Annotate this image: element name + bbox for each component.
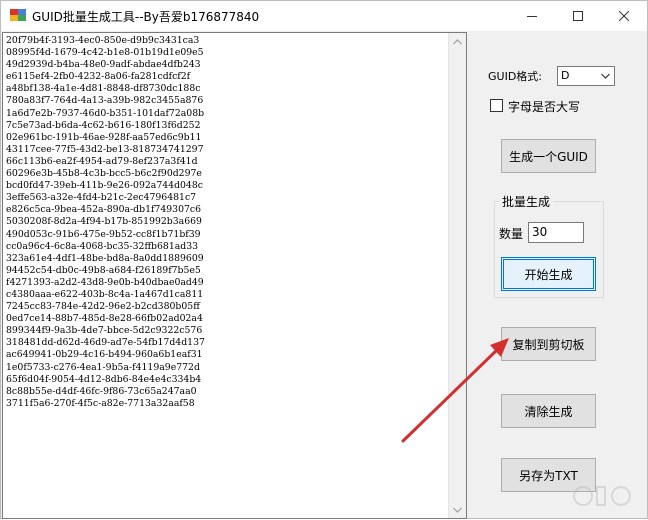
clear-label: 清除生成 [524,404,573,419]
guid-line: cc0a96c4-6c8a-4068-bc35-32ffb681ad33 [6,240,199,252]
scroll-down-arrow[interactable] [449,501,466,518]
quantity-input[interactable]: 30 [528,222,584,243]
guid-line: e826c5ca-9bea-452a-890a-db1f749307c6 [6,204,202,216]
uppercase-label: 字母是否大写 [508,100,581,114]
generate-one-label: 生成一个GUID [509,149,588,164]
guid-line: 43117cee-77f5-43d2-be13-818734741297 [6,143,204,155]
chevron-up-icon [453,38,462,44]
guid-line: 0ed7ce14-88b7-485d-8e28-66fb02ad02a4 [6,313,203,325]
guid-line: 5030208f-8d2a-4f94-b17b-851992b3a669 [6,216,202,228]
guid-line: 7245cc83-784e-42d2-96e2-b2cd380b05ff [6,301,200,313]
app-icon [10,9,26,23]
watermark-icon [573,486,631,506]
generate-one-button[interactable]: 生成一个GUID [501,139,596,173]
guid-line: 65f6d04f-9054-4d12-8db6-84e4e4c334b4 [6,373,202,385]
guid-line: 318481dd-d62d-46d9-ad7e-54fb17d4d137 [6,337,205,349]
save-txt-label: 另存为TXT [519,468,578,483]
guid-line: 323a61e4-4df1-48be-bd8a-8a0dd1889609 [6,252,204,264]
guid-line: c4380aaa-e622-403b-8c4a-1a467d1ca811 [6,288,204,300]
close-icon [619,11,629,21]
format-label: GUID格式: [488,70,542,83]
guid-line: 94452c54-db0c-49b8-a684-f26189f7b5e5 [6,264,201,276]
copy-clipboard-label: 复制到剪切板 [512,337,585,352]
guid-output-textbox[interactable]: 20f79b4f-3193-4ec0-850e-d9b9c3431ca3 0899… [2,32,467,519]
guid-line: 60296e3b-45b8-4c3b-bcc5-b6c2f90d297e [6,168,202,180]
app-window: GUID批量生成工具--By吾爱b176877840 20f79b4f-3193… [0,0,648,519]
guid-line: 8c88b55e-d4df-46fc-9f86-73c65a247aa0 [6,385,197,397]
vertical-scrollbar[interactable] [448,33,466,518]
batch-group-title: 批量生成 [499,193,554,210]
guid-line: 780a83f7-764d-4a13-a39b-982c3455a876 [6,95,204,107]
watermark-logo [573,482,633,510]
guid-line: ac649941-0b29-4c16-b494-960a6b1eaf31 [6,349,203,361]
quantity-value: 30 [532,225,548,239]
copy-clipboard-button[interactable]: 复制到剪切板 [501,327,596,361]
guid-line: bcd0fd47-39eb-411b-9e26-092a744d048c [6,180,203,192]
format-select[interactable]: D [557,66,615,86]
clear-button[interactable]: 清除生成 [501,394,596,428]
chevron-down-icon [453,507,462,513]
guid-output-text: 20f79b4f-3193-4ec0-850e-d9b9c3431ca3 0899… [6,35,205,410]
dropdown-arrow[interactable] [597,67,614,85]
guid-line: 66c113b6-ea2f-4954-ad79-8ef237a3f41d [6,155,198,167]
guid-line: 08995f4d-1679-4c42-b1e8-01b19d1e09e5 [6,47,204,59]
guid-line: 1e0f5733-c276-4ea1-9b5a-f4119a9e772d [6,361,200,373]
guid-line: 1a6d7e2b-7937-46d0-b351-101daf72a08b [6,107,205,119]
chevron-down-icon [601,73,610,79]
quantity-label: 数量 [499,227,524,241]
title-bar: GUID批量生成工具--By吾爱b176877840 [1,1,647,31]
guid-line: f4271393-a2d2-43d8-9e0b-b40dbae0ad49 [6,276,204,288]
start-generate-button[interactable]: 开始生成 [501,257,596,291]
maximize-icon [573,11,583,21]
guid-line: 20f79b4f-3193-4ec0-850e-d9b9c3431ca3 [6,35,200,46]
guid-line: 3effe563-a32e-4fd4-b21c-2ec4796481c7 [6,192,197,204]
guid-line: 7c5e73ad-b6da-4c62-b616-180f13f6d252 [6,119,201,131]
minimize-icon [527,16,537,17]
start-generate-label: 开始生成 [524,267,573,282]
guid-line: 3711f5a6-270f-4f5c-a82e-7713a32aaf58 [6,397,195,409]
window-title: GUID批量生成工具--By吾爱b176877840 [32,10,260,24]
minimize-button[interactable] [509,1,555,31]
uppercase-checkbox[interactable] [490,99,503,112]
scroll-up-arrow[interactable] [449,33,466,50]
guid-line: e6115ef4-2fb0-4232-8a06-fa281cdfcf2f [6,71,191,83]
format-select-value: D [561,69,570,82]
guid-line: 899344f9-9a3b-4de7-bbce-5d2c9322c576 [6,325,203,337]
close-button[interactable] [601,1,647,31]
maximize-button[interactable] [555,1,601,31]
guid-line: 02e961bc-191b-46ae-928f-aa57ed6c9b11 [6,131,202,143]
guid-line: 49d2939d-b4ba-48e0-9adf-abdae4dfb243 [6,59,201,71]
guid-line: a48bf138-4a1e-4d81-8848-df8730dc188c [6,83,201,95]
guid-line: 490d053c-91b6-475e-9b52-cc8f1b71bf39 [6,228,201,240]
